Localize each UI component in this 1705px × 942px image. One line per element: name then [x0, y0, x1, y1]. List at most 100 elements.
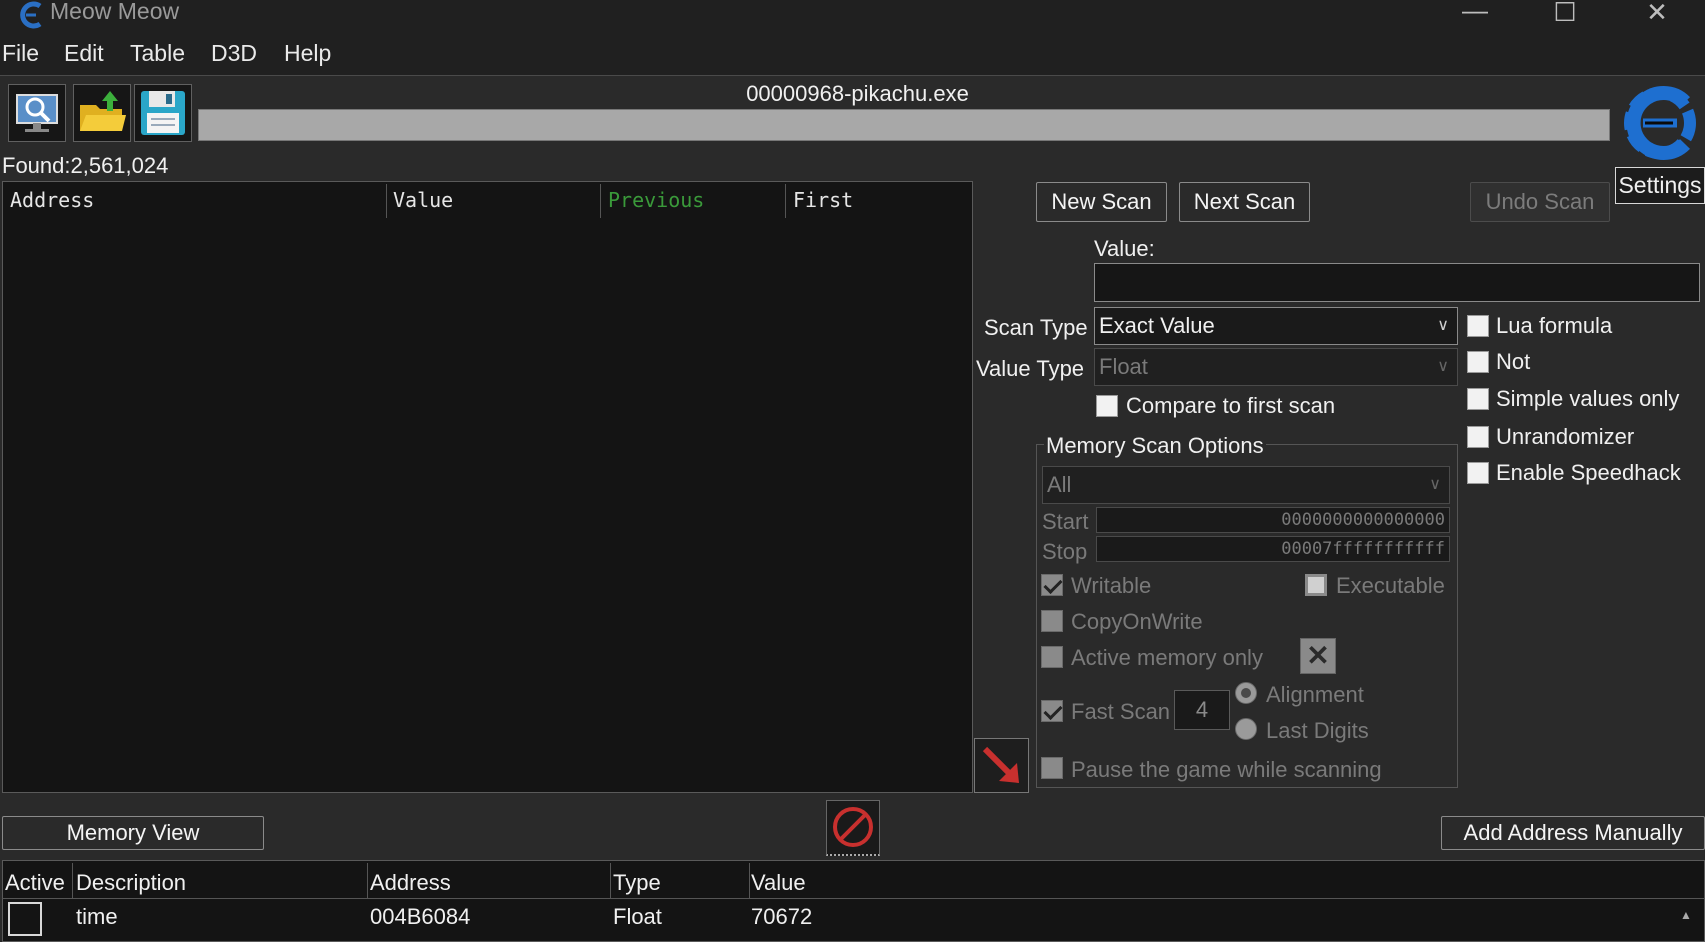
close-button[interactable]: ✕	[1634, 0, 1680, 32]
memory-region-value: All	[1047, 472, 1072, 497]
scan-type-select[interactable]: Exact Value ∨	[1094, 307, 1458, 345]
save-disk-icon	[141, 91, 185, 135]
active-checkbox[interactable]	[8, 902, 42, 936]
unrandomizer-checkbox[interactable]	[1467, 426, 1489, 448]
scroll-up-icon[interactable]: ▲	[1680, 908, 1692, 922]
simple-values-label: Simple values only	[1496, 386, 1680, 411]
value-type-value: Float	[1099, 354, 1148, 379]
memory-view-button[interactable]: Memory View	[2, 816, 264, 850]
table-col-address[interactable]: Address	[370, 870, 451, 896]
col-divider	[386, 184, 387, 218]
enable-speedhack-checkbox[interactable]	[1467, 462, 1489, 484]
title-bar	[0, 0, 1705, 38]
cheat-engine-logo-icon[interactable]	[1615, 80, 1705, 166]
scan-type-label: Scan Type	[984, 315, 1088, 340]
chevron-down-icon: ∨	[1437, 317, 1449, 334]
fast-scan-checkbox[interactable]	[1041, 700, 1063, 722]
copy-on-write-checkbox[interactable]	[1041, 610, 1063, 632]
compare-first-label: Compare to first scan	[1126, 393, 1336, 418]
stop-address-input[interactable]: 00007fffffffffff	[1096, 536, 1450, 562]
col-divider	[785, 184, 786, 218]
select-process-button[interactable]	[8, 84, 66, 142]
col-divider	[749, 863, 750, 899]
add-address-manually-button[interactable]: Add Address Manually	[1441, 816, 1705, 850]
results-col-previous[interactable]: Previous	[608, 188, 704, 212]
settings-button[interactable]: Settings	[1615, 167, 1705, 204]
pause-game-label: Pause the game while scanning	[1071, 757, 1382, 782]
results-col-first[interactable]: First	[793, 188, 853, 212]
col-divider	[367, 863, 368, 899]
compare-first-checkbox[interactable]	[1096, 395, 1118, 417]
writable-checkbox[interactable]	[1041, 574, 1063, 596]
lua-formula-label: Lua formula	[1496, 313, 1613, 338]
value-input[interactable]	[1094, 263, 1700, 302]
new-scan-button[interactable]: New Scan	[1036, 182, 1167, 222]
fast-scan-label: Fast Scan	[1071, 699, 1171, 724]
results-col-value[interactable]: Value	[393, 188, 453, 212]
table-row[interactable]	[2, 900, 1705, 938]
header-divider	[2, 898, 1705, 899]
not-label: Not	[1496, 349, 1531, 374]
scan-progress-bar	[198, 109, 1610, 141]
table-col-active[interactable]: Active	[5, 870, 65, 896]
open-file-button[interactable]	[73, 84, 131, 142]
menu-table[interactable]: Table	[130, 40, 185, 67]
red-arrow-icon	[982, 746, 1019, 783]
alignment-radio[interactable]	[1235, 682, 1257, 704]
lua-formula-checkbox[interactable]	[1467, 315, 1489, 337]
executable-checkbox[interactable]	[1305, 574, 1327, 596]
open-folder-icon	[80, 91, 126, 131]
row-description: time	[76, 904, 118, 929]
enable-speedhack-label: Enable Speedhack	[1496, 460, 1681, 485]
maximize-button[interactable]: ☐	[1542, 0, 1588, 32]
unrandomizer-label: Unrandomizer	[1496, 424, 1635, 449]
next-scan-button[interactable]: Next Scan	[1179, 182, 1310, 222]
writable-label: Writable	[1071, 573, 1152, 598]
scan-type-value: Exact Value	[1099, 313, 1215, 338]
monitor-icon	[16, 94, 58, 132]
not-checkbox[interactable]	[1467, 351, 1489, 373]
table-col-value[interactable]: Value	[751, 870, 806, 896]
menu-edit[interactable]: Edit	[64, 40, 104, 67]
fast-scan-input[interactable]: 4	[1174, 690, 1230, 730]
value-type-select[interactable]: Float ∨	[1094, 348, 1458, 386]
menu-d3d[interactable]: D3D	[211, 40, 257, 67]
stop-button[interactable]	[826, 800, 880, 856]
minimize-button[interactable]: —	[1452, 0, 1498, 30]
alignment-label: Alignment	[1266, 682, 1364, 707]
memory-region-select[interactable]: All ∨	[1042, 466, 1450, 504]
row-type: Float	[613, 904, 662, 929]
row-address: 004B6084	[370, 904, 471, 929]
copy-on-write-label: CopyOnWrite	[1071, 609, 1203, 634]
results-col-address[interactable]: Address	[10, 188, 94, 212]
value-type-label: Value Type	[976, 356, 1085, 381]
add-to-list-button[interactable]	[974, 738, 1029, 793]
table-col-description[interactable]: Description	[76, 870, 186, 896]
found-count: Found:2,561,024	[2, 153, 169, 178]
col-divider	[610, 863, 611, 899]
chevron-down-icon: ∨	[1437, 358, 1449, 375]
last-digits-radio[interactable]	[1235, 718, 1257, 740]
active-memory-checkbox[interactable]	[1041, 646, 1063, 668]
chevron-down-icon: ∨	[1429, 476, 1441, 493]
table-col-type[interactable]: Type	[613, 870, 661, 896]
active-memory-label: Active memory only	[1071, 645, 1263, 670]
start-address-input[interactable]: 0000000000000000	[1096, 507, 1450, 533]
scan-results-list[interactable]	[2, 181, 973, 793]
menu-help[interactable]: Help	[284, 40, 331, 67]
app-logo-icon	[20, 1, 42, 29]
start-label: Start	[1042, 509, 1089, 534]
clear-icon[interactable]: ✕	[1300, 638, 1336, 674]
undo-scan-button[interactable]: Undo Scan	[1470, 182, 1610, 222]
col-divider	[600, 184, 601, 218]
row-value: 70672	[751, 904, 813, 929]
menu-file[interactable]: File	[2, 40, 39, 67]
value-label: Value:	[1094, 236, 1155, 261]
stop-sign-icon	[833, 807, 873, 847]
app-window: Meow Meow — ☐ ✕ File Edit Table D3D Help	[0, 0, 1705, 942]
last-digits-label: Last Digits	[1266, 718, 1369, 743]
pause-game-checkbox[interactable]	[1041, 757, 1063, 779]
save-file-button[interactable]	[134, 84, 192, 142]
col-divider	[72, 863, 73, 899]
simple-values-checkbox[interactable]	[1467, 388, 1489, 410]
